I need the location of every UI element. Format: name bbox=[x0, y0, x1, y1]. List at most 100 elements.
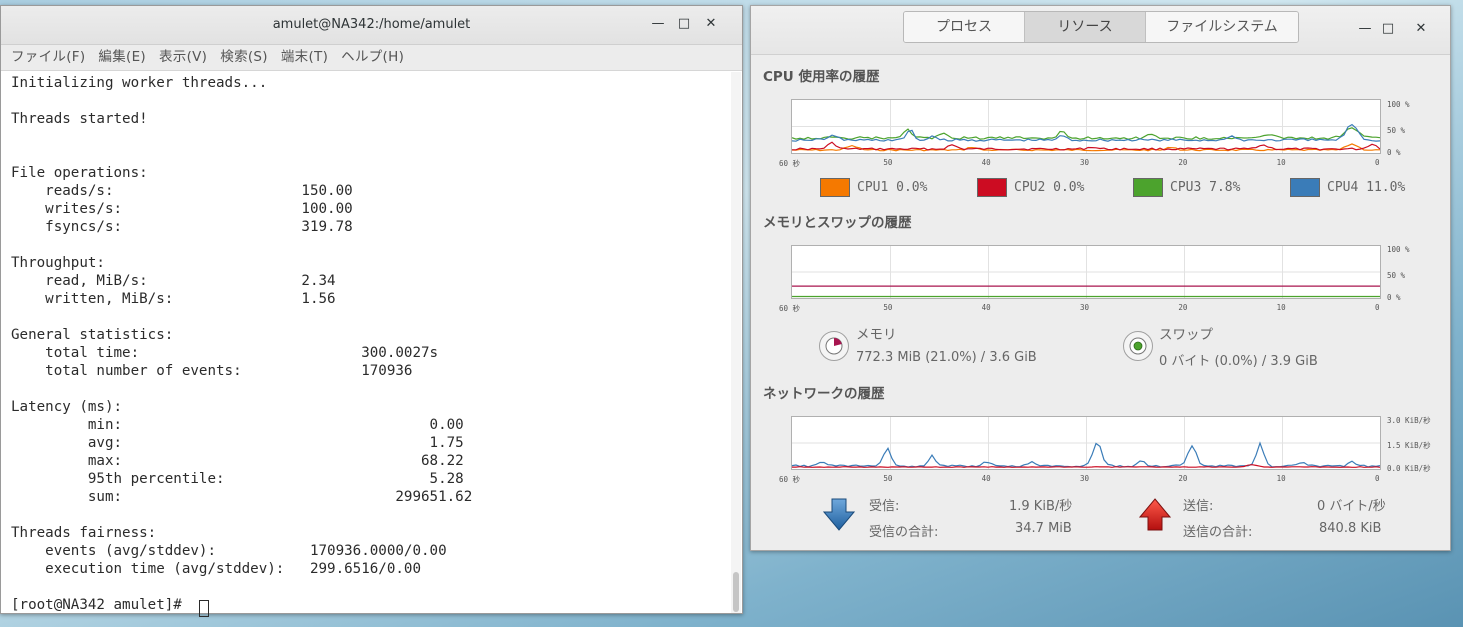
cpu-x-label: 60 秒 bbox=[779, 159, 801, 168]
legend-cpu4[interactable]: CPU4 11.0% bbox=[1290, 178, 1405, 197]
send-total-label: 送信の合計: bbox=[1183, 525, 1253, 540]
mem-x-label: 40 bbox=[981, 303, 991, 312]
cpu-graph-svg bbox=[792, 100, 1380, 153]
menu-help[interactable]: ヘルプ(H) bbox=[341, 45, 404, 70]
mem-x-label: 20 bbox=[1178, 303, 1188, 312]
mem-x-label: 50 bbox=[883, 303, 893, 312]
net-y-label: 1.5 KiB/秒 bbox=[1387, 441, 1431, 450]
scrollbar-thumb[interactable] bbox=[733, 572, 739, 612]
cpu3-swatch[interactable] bbox=[1133, 178, 1163, 197]
send-arrow-shape bbox=[1139, 498, 1171, 531]
menu-edit[interactable]: 編集(E) bbox=[98, 45, 146, 70]
menu-file[interactable]: ファイル(F) bbox=[11, 45, 85, 70]
terminal-line: fsyncs/s: 319.78 bbox=[11, 219, 353, 235]
memory-section-title: メモリとスワップの履歴 bbox=[763, 215, 912, 231]
receive-arrow-icon bbox=[823, 498, 855, 531]
terminal-line: written, MiB/s: 1.56 bbox=[11, 291, 336, 307]
cpu-history-graph bbox=[791, 99, 1381, 154]
cpu4-swatch[interactable] bbox=[1290, 178, 1320, 197]
memory-pie-svg bbox=[825, 337, 843, 355]
cpu-y-label: 100 % bbox=[1387, 100, 1410, 109]
network-history-graph bbox=[791, 416, 1381, 470]
legend-cpu3[interactable]: CPU3 7.8% bbox=[1133, 178, 1240, 197]
maximize-button[interactable]: □ bbox=[674, 14, 694, 34]
net-x-label: 30 bbox=[1080, 474, 1090, 483]
terminal-line: avg: 1.75 bbox=[11, 435, 464, 451]
monitor-header: プロセス リソース ファイルシステム — □ ✕ bbox=[751, 6, 1450, 55]
close-button[interactable]: ✕ bbox=[1411, 19, 1431, 39]
cpu2-label: CPU2 0.0% bbox=[1014, 180, 1085, 195]
menu-view[interactable]: 表示(V) bbox=[159, 45, 207, 70]
terminal-menubar: ファイル(F) 編集(E) 表示(V) 検索(S) 端末(T) ヘルプ(H) bbox=[1, 45, 742, 71]
recv-value: 1.9 KiB/秒 bbox=[1009, 499, 1073, 514]
legend-cpu2[interactable]: CPU2 0.0% bbox=[977, 178, 1084, 197]
cpu2-swatch[interactable] bbox=[977, 178, 1007, 197]
memory-value: 772.3 MiB (21.0%) / 3.6 GiB bbox=[856, 350, 1037, 365]
menu-search[interactable]: 検索(S) bbox=[220, 45, 268, 70]
mem-x-label: 30 bbox=[1080, 303, 1090, 312]
terminal-scrollbar[interactable] bbox=[731, 72, 741, 613]
swap-pie-svg bbox=[1129, 337, 1147, 355]
net-y-label: 0.0 KiB/秒 bbox=[1387, 464, 1431, 473]
cpu1-label: CPU1 0.0% bbox=[857, 180, 928, 195]
menu-terminal[interactable]: 端末(T) bbox=[281, 45, 328, 70]
net-x-label: 40 bbox=[981, 474, 991, 483]
terminal-line: Throughput: bbox=[11, 255, 105, 271]
system-monitor-window[interactable]: プロセス リソース ファイルシステム — □ ✕ CPU 使用率の履歴 100 … bbox=[750, 5, 1451, 551]
net-x-label: 60 秒 bbox=[779, 475, 801, 484]
memory-graph-svg bbox=[792, 246, 1380, 298]
cpu-x-label: 0 bbox=[1375, 158, 1380, 167]
close-button[interactable]: ✕ bbox=[701, 14, 721, 34]
terminal-line: events (avg/stddev): 170936.0000/0.00 bbox=[11, 543, 447, 559]
recv-total-value: 34.7 MiB bbox=[1015, 521, 1072, 536]
terminal-line: Threads fairness: bbox=[11, 525, 157, 541]
terminal-line: Initializing worker threads... bbox=[11, 75, 268, 91]
swap-pie-dot bbox=[1133, 341, 1143, 351]
terminal-line: reads/s: 150.00 bbox=[11, 183, 353, 199]
recv-total-label: 受信の合計: bbox=[869, 525, 939, 540]
swap-label: スワップ bbox=[1159, 327, 1213, 343]
memory-pie-icon[interactable] bbox=[819, 331, 849, 361]
send-label: 送信: bbox=[1183, 499, 1214, 514]
terminal-line: Latency (ms): bbox=[11, 399, 123, 415]
terminal-line: File operations: bbox=[11, 165, 148, 181]
terminal-line: Threads started! bbox=[11, 111, 148, 127]
send-total-value: 840.8 KiB bbox=[1319, 521, 1382, 536]
mem-y-label: 50 % bbox=[1387, 271, 1406, 280]
cpu-x-label: 20 bbox=[1178, 158, 1188, 167]
legend-cpu1[interactable]: CPU1 0.0% bbox=[820, 178, 927, 197]
terminal-titlebar[interactable]: amulet@NA342:/home/amulet — □ ✕ bbox=[1, 6, 742, 45]
terminal-line: read, MiB/s: 2.34 bbox=[11, 273, 336, 289]
cpu-section-title: CPU 使用率の履歴 bbox=[763, 69, 880, 85]
memory-label: メモリ bbox=[856, 327, 897, 343]
minimize-button[interactable]: — bbox=[1355, 19, 1375, 39]
net-y-label: 3.0 KiB/秒 bbox=[1387, 416, 1431, 425]
terminal-line: [root@NA342 amulet]# bbox=[11, 597, 191, 613]
swap-pie-icon[interactable] bbox=[1123, 331, 1153, 361]
send-arrow-icon bbox=[1139, 498, 1171, 531]
monitor-tabs: プロセス リソース ファイルシステム bbox=[903, 11, 1299, 43]
tab-processes[interactable]: プロセス bbox=[904, 12, 1025, 42]
net-x-label: 50 bbox=[883, 474, 893, 483]
terminal-line: total time: 300.0027s bbox=[11, 345, 439, 361]
cpu-x-label: 50 bbox=[883, 158, 893, 167]
mem-x-label: 10 bbox=[1276, 303, 1286, 312]
terminal-line: General statistics: bbox=[11, 327, 174, 343]
cpu-x-label: 30 bbox=[1080, 158, 1090, 167]
terminal-line: writes/s: 100.00 bbox=[11, 201, 353, 217]
maximize-button[interactable]: □ bbox=[1378, 19, 1398, 39]
cpu1-swatch[interactable] bbox=[820, 178, 850, 197]
terminal-output[interactable]: Initializing worker threads... Threads st… bbox=[1, 71, 730, 613]
terminal-title: amulet@NA342:/home/amulet bbox=[272, 17, 471, 32]
swap-value: 0 バイト (0.0%) / 3.9 GiB bbox=[1159, 354, 1318, 369]
terminal-window[interactable]: amulet@NA342:/home/amulet — □ ✕ ファイル(F) … bbox=[0, 5, 743, 617]
cpu-y-label: 50 % bbox=[1387, 126, 1406, 135]
tab-resources[interactable]: リソース bbox=[1025, 12, 1146, 42]
recv-label: 受信: bbox=[869, 499, 900, 514]
terminal-line: max: 68.22 bbox=[11, 453, 464, 469]
send-value: 0 バイト/秒 bbox=[1317, 499, 1386, 514]
terminal-line: execution time (avg/stddev): 299.6516/0.… bbox=[11, 561, 421, 577]
minimize-button[interactable]: — bbox=[648, 14, 668, 34]
tab-filesystems[interactable]: ファイルシステム bbox=[1146, 12, 1298, 42]
terminal-line: sum: 299651.62 bbox=[11, 489, 473, 505]
